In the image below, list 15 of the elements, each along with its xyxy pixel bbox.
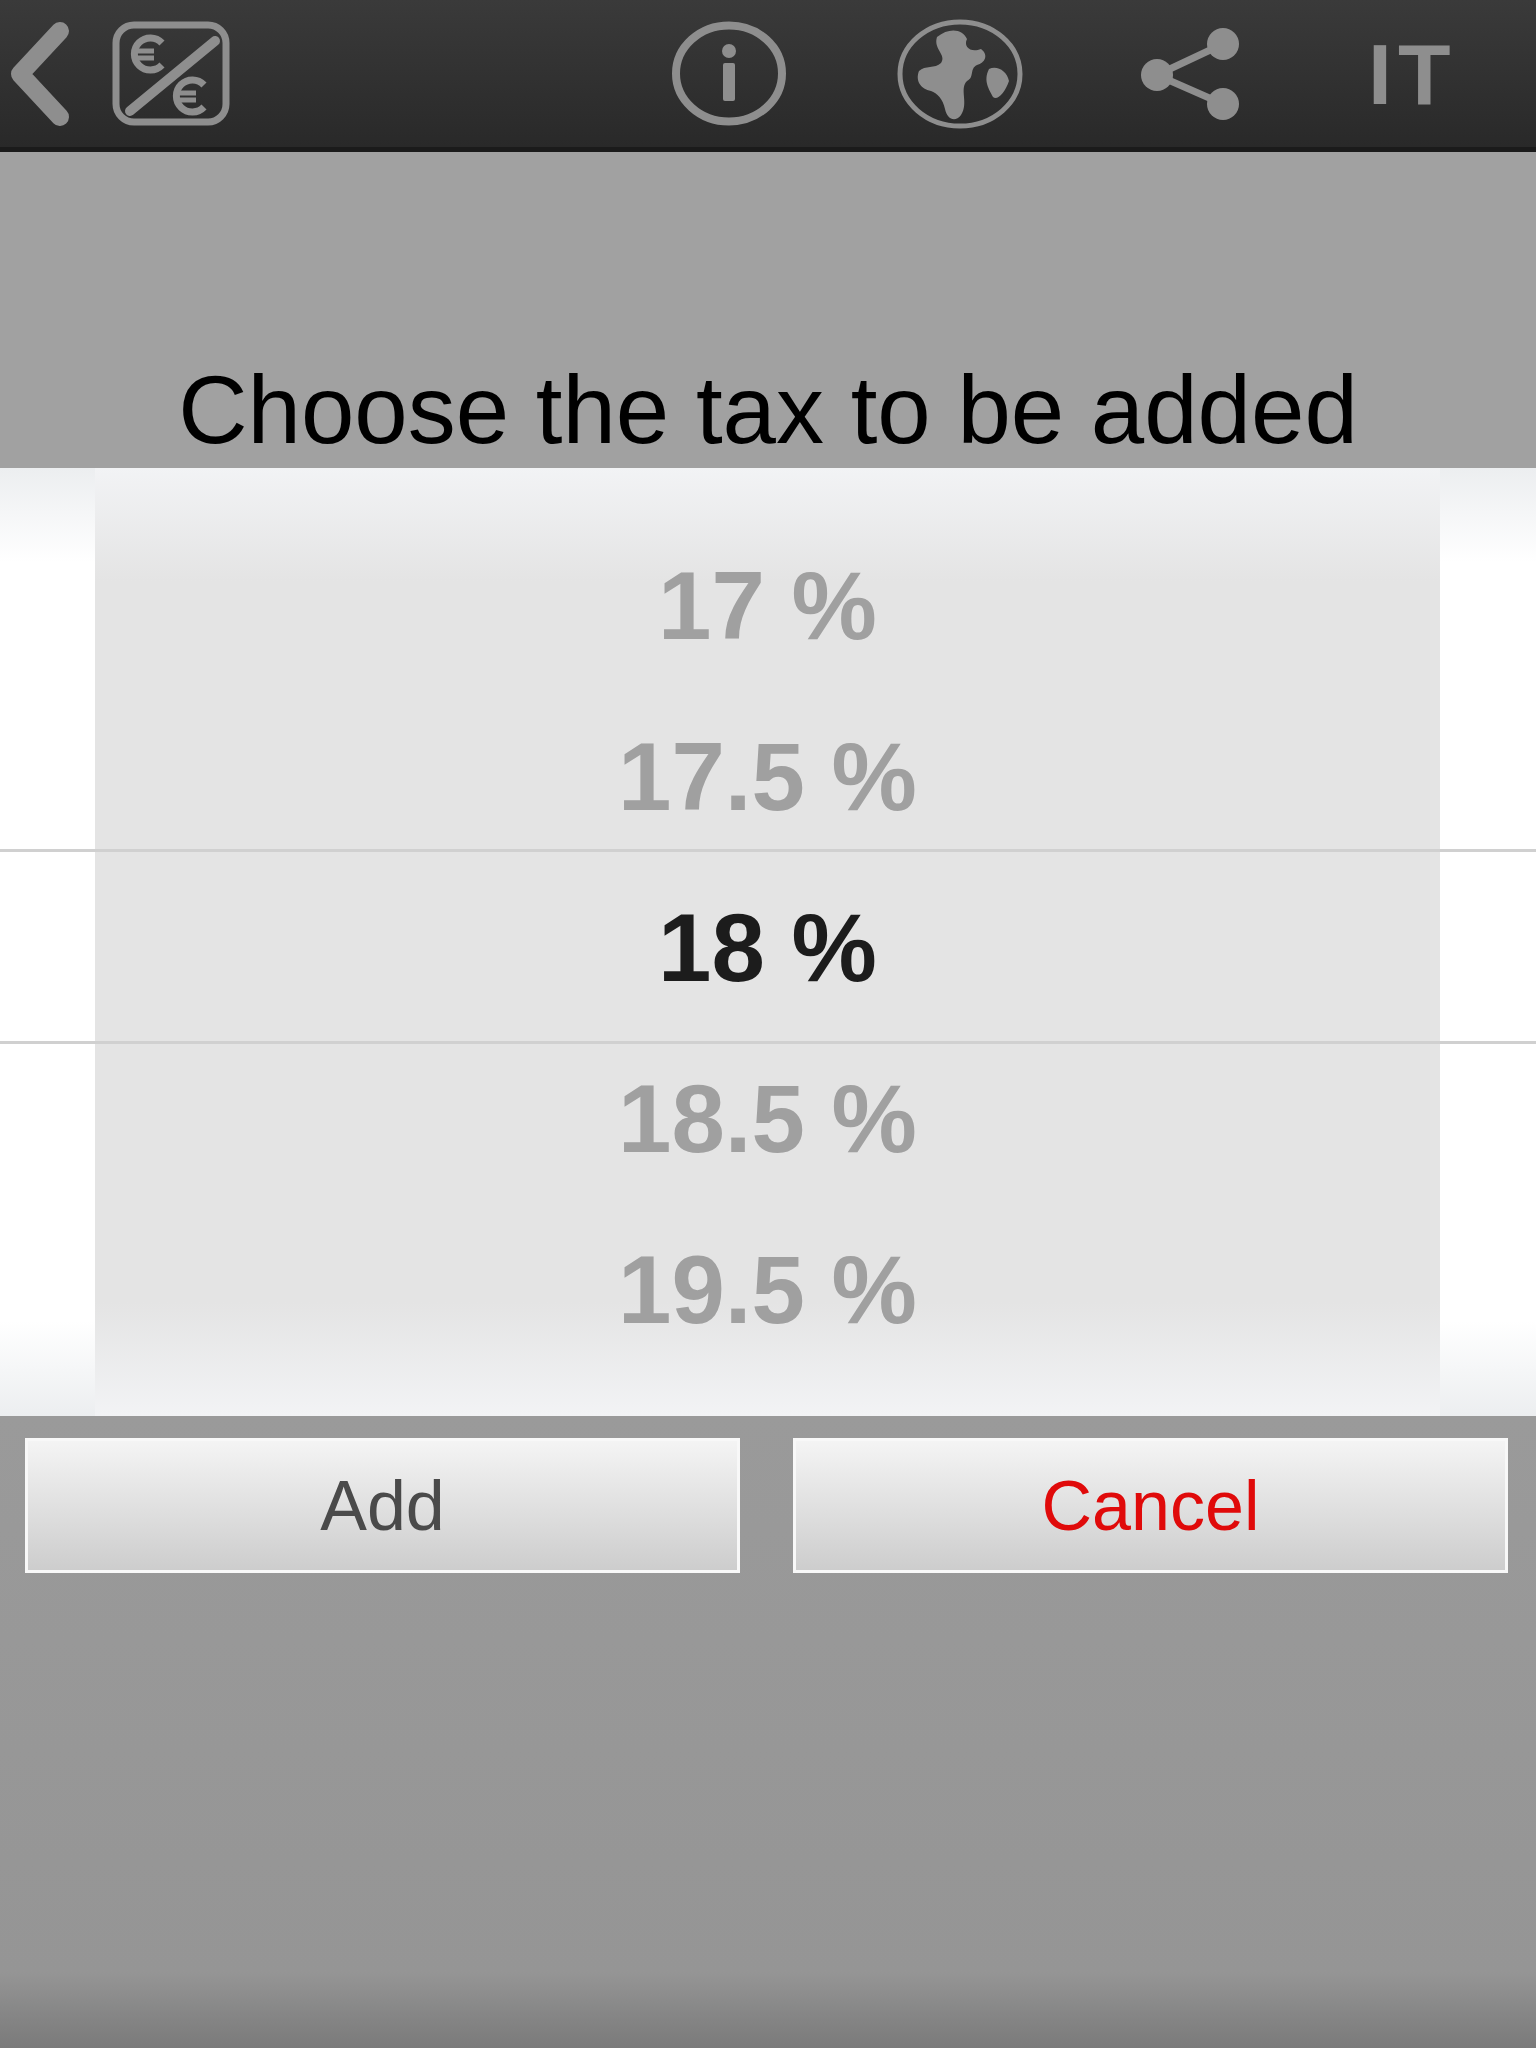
- language-button[interactable]: IT: [1368, 30, 1457, 117]
- euro-percent-icon[interactable]: [112, 21, 230, 126]
- picker-option[interactable]: 18.5 %: [618, 1070, 917, 1167]
- add-button[interactable]: Add: [25, 1438, 740, 1573]
- cancel-button[interactable]: Cancel: [793, 1438, 1508, 1573]
- back-icon[interactable]: [8, 20, 70, 127]
- dialog-title: Choose the tax to be added: [178, 362, 1358, 458]
- globe-icon[interactable]: [897, 18, 1023, 129]
- share-icon[interactable]: [1140, 26, 1240, 121]
- info-icon[interactable]: [671, 21, 787, 126]
- picker-option[interactable]: 17.5 %: [618, 728, 917, 825]
- picker-option[interactable]: 18 %: [658, 899, 877, 996]
- picker-option[interactable]: 17 %: [658, 557, 877, 654]
- picker-wheel[interactable]: 17 % 17.5 % 18 % 18.5 % 19.5 %: [95, 468, 1440, 1416]
- picker-option[interactable]: 19.5 %: [618, 1241, 917, 1338]
